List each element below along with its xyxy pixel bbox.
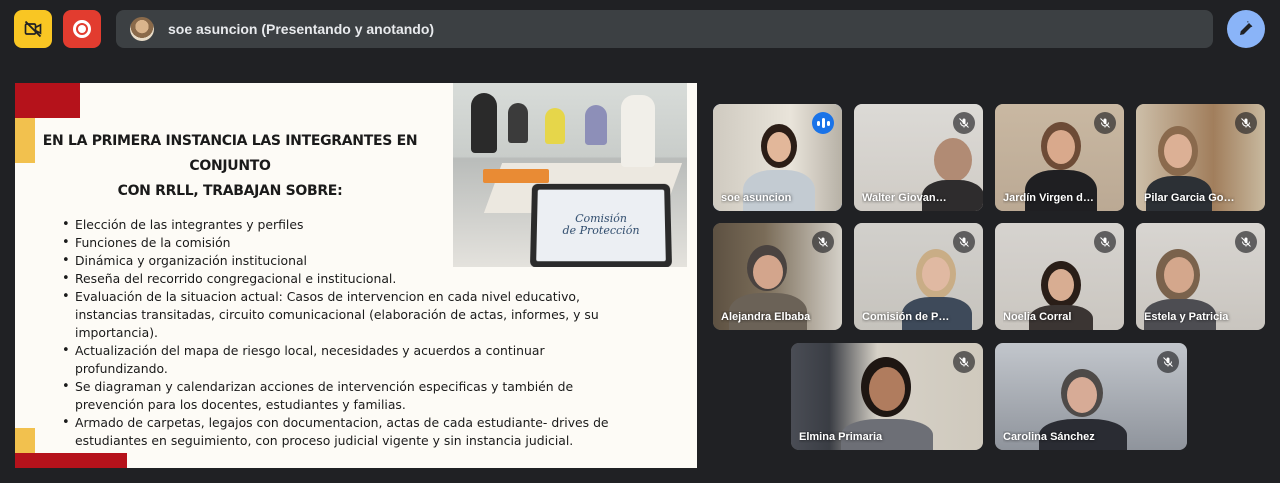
mic-off-icon [1094, 231, 1116, 253]
participant-tile[interactable]: Noelia Corral [995, 223, 1124, 330]
participant-name: soe asuncion [721, 192, 792, 204]
list-item: Se diagraman y calendarizan acciones de … [60, 378, 620, 414]
list-item: Funciones de la comisión [60, 234, 620, 252]
pen-icon [1240, 21, 1253, 35]
participant-tile[interactable]: Estela y Patricia [1136, 223, 1265, 330]
mic-off-icon [812, 231, 834, 253]
participant-tile[interactable]: Pilar Garcia Gonz... [1136, 104, 1265, 211]
slide-title-line: EN LA PRIMERA INSTANCIA LAS INTEGRANTES … [42, 133, 418, 174]
list-item: Armado de carpetas, legajos con document… [60, 414, 620, 450]
participant-name: Elmina Primaria [799, 431, 883, 443]
avatar [130, 17, 154, 41]
mic-off-icon [1235, 112, 1257, 134]
participant-tile[interactable]: Carolina Sánchez [995, 343, 1187, 450]
participant-name: Estela y Patricia [1144, 311, 1229, 323]
participant-tile[interactable]: Elmina Primaria [791, 343, 983, 450]
participant-tile[interactable]: Alejandra Elbaba [713, 223, 842, 330]
participant-name: Alejandra Elbaba [721, 311, 811, 323]
list-item: Reseña del recorrido congregacional e in… [60, 270, 620, 288]
annotate-button[interactable] [1227, 10, 1265, 48]
slide-bullet-list: Elección de las integrantes y perfiles F… [60, 216, 620, 450]
slide-title-line: CON RRLL, TRABAJAN SOBRE: [117, 183, 343, 199]
participant-name: Noelia Corral [1003, 311, 1072, 323]
mic-off-icon [953, 351, 975, 373]
participant-name: Walter Giovannini [862, 192, 953, 204]
participant-tile[interactable]: Comisión de Prot... [854, 223, 983, 330]
participant-tile[interactable]: Jardín Virgen del ... [995, 104, 1124, 211]
list-item: Dinámica y organización institucional [60, 252, 620, 270]
presenter-label: soe asuncion (Presentando y anotando) [168, 21, 435, 37]
slide-decoration [15, 83, 80, 118]
slide-decoration [15, 118, 35, 163]
presenter-bar: soe asuncion (Presentando y anotando) [116, 10, 1213, 48]
participant-tile[interactable]: Walter Giovannini [854, 104, 983, 211]
list-item: Actualización del mapa de riesgo local, … [60, 342, 620, 378]
mic-off-icon [1235, 231, 1257, 253]
camera-off-button[interactable] [14, 10, 52, 48]
record-icon [73, 20, 91, 38]
slide-title: EN LA PRIMERA INSTANCIA LAS INTEGRANTES … [35, 129, 425, 204]
list-item: Elección de las integrantes y perfiles [60, 216, 620, 234]
mic-off-icon [953, 112, 975, 134]
participant-name: Carolina Sánchez [1003, 431, 1095, 443]
list-item: Evaluación de la situacion actual: Casos… [60, 288, 620, 342]
participant-name: Jardín Virgen del ... [1003, 192, 1094, 204]
slide-decoration [15, 453, 127, 468]
shared-screen-slide: EN LA PRIMERA INSTANCIA LAS INTEGRANTES … [15, 83, 697, 468]
record-button[interactable] [63, 10, 101, 48]
slide-decoration [15, 428, 35, 453]
mic-off-icon [1094, 112, 1116, 134]
mic-off-icon [953, 231, 975, 253]
participant-name: Pilar Garcia Gonz... [1144, 192, 1235, 204]
speaking-indicator-icon [812, 112, 834, 134]
mic-off-icon [1157, 351, 1179, 373]
video-off-icon [24, 20, 42, 38]
participant-name: Comisión de Prot... [862, 311, 953, 323]
participant-tile[interactable]: soe asuncion [713, 104, 842, 211]
